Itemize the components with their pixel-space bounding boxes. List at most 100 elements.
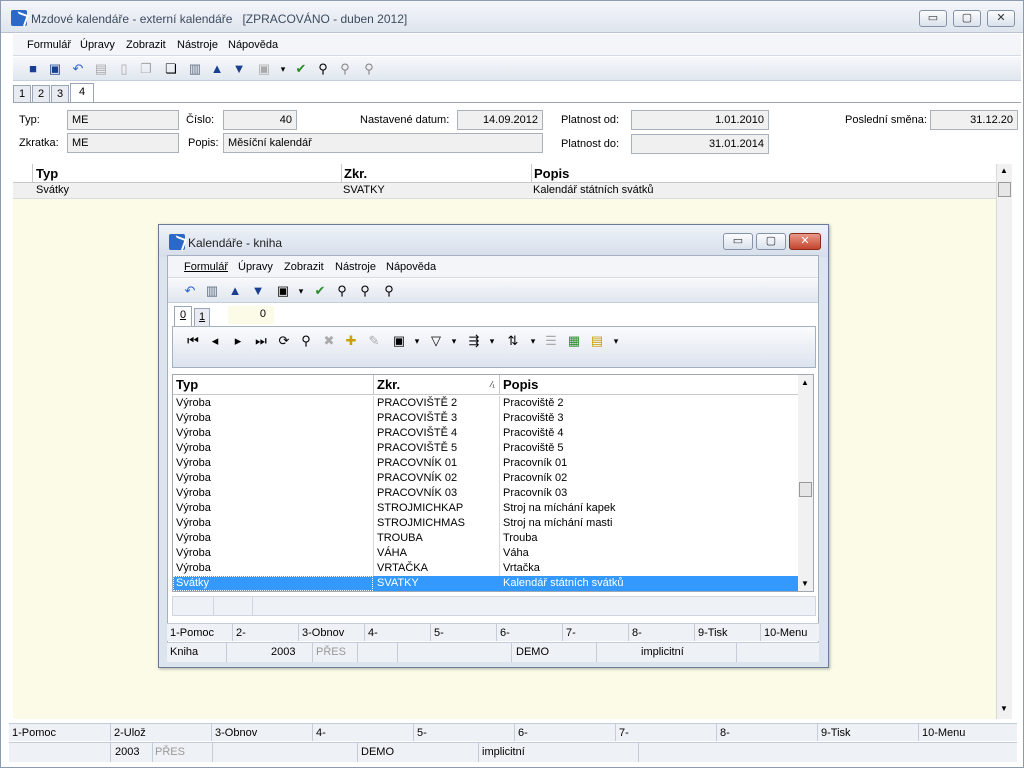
fkey-1[interactable]: 1-Pomoc xyxy=(167,624,233,641)
table-row[interactable]: Výroba PRACOVIŠTĚ 3 Pracoviště 3 xyxy=(173,411,798,426)
col-popis-header[interactable]: Popis xyxy=(499,375,538,395)
export-dropdown-icon[interactable]: ▾ xyxy=(484,333,500,349)
table-row[interactable]: Výroba PRACOVIŠTĚ 5 Pracoviště 5 xyxy=(173,441,798,456)
dialog-minimize-button[interactable]: ▭ xyxy=(723,233,753,250)
open-folder-icon[interactable]: ▤ xyxy=(93,61,109,77)
fkey-7[interactable]: 7- xyxy=(563,624,629,641)
binoculars-icon[interactable]: ⚲ xyxy=(315,61,331,77)
fkey-4[interactable]: 4- xyxy=(313,724,414,741)
scroll-thumb[interactable] xyxy=(799,482,812,497)
filter-check-icon[interactable]: ✔ xyxy=(293,61,309,77)
find-next-icon[interactable]: ⚲ xyxy=(337,61,353,77)
book-icon[interactable]: ▥ xyxy=(187,61,203,77)
col-zkr-header[interactable]: Zkr. xyxy=(341,164,367,183)
typ-field[interactable]: ME xyxy=(67,110,179,130)
paste-icon[interactable]: ❏ xyxy=(163,61,179,77)
fkey-3[interactable]: 3-Obnov xyxy=(299,624,365,641)
arrow-down-icon[interactable]: ▼ xyxy=(231,61,247,77)
record-number-field[interactable]: 0 xyxy=(228,306,274,324)
platnost-do-field[interactable]: 31.01.2014 xyxy=(631,134,769,154)
fkey-6[interactable]: 6- xyxy=(497,624,563,641)
first-record-icon[interactable]: ⏮ xyxy=(185,333,201,349)
fkey-1[interactable]: 1-Pomoc xyxy=(9,724,111,741)
arrow-down-icon[interactable]: ▼ xyxy=(250,283,266,299)
datum-field[interactable]: 14.09.2012 xyxy=(457,110,543,130)
sort-dropdown-icon[interactable]: ▾ xyxy=(525,333,541,349)
col-typ-header[interactable]: Typ xyxy=(176,377,198,392)
dialog-menu-napoveda[interactable]: Nápověda xyxy=(386,261,436,273)
fkey-5[interactable]: 5- xyxy=(431,624,497,641)
fkey-9[interactable]: 9-Tisk xyxy=(818,724,919,741)
camera-icon[interactable]: ▣ xyxy=(275,283,291,299)
table-row[interactable]: Výroba PRACOVIŠTĚ 4 Pracoviště 4 xyxy=(173,426,798,441)
arrow-up-icon[interactable]: ▲ xyxy=(227,283,243,299)
camera-dropdown-icon[interactable]: ▾ xyxy=(293,283,309,299)
dialog-maximize-button[interactable]: ▢ xyxy=(756,233,786,250)
cislo-field[interactable]: 40 xyxy=(223,110,297,130)
export-icon[interactable]: ⇶ xyxy=(466,333,482,349)
fkey-7[interactable]: 7- xyxy=(616,724,717,741)
posledni-smena-field[interactable]: 31.12.20 xyxy=(930,110,1018,130)
col-popis-header[interactable]: Popis xyxy=(531,164,569,183)
excel-icon[interactable]: ▦ xyxy=(566,333,582,349)
table-row[interactable]: Výroba PRACOVNÍK 01 Pracovník 01 xyxy=(173,456,798,471)
delete-icon[interactable]: ✖ xyxy=(321,333,337,349)
camera-icon[interactable]: ▣ xyxy=(391,333,407,349)
dialog-menu-formular[interactable]: Formulář xyxy=(184,261,228,273)
popis-field[interactable]: Měsíční kalendář xyxy=(223,133,543,153)
undo-icon[interactable]: ↶ xyxy=(182,283,198,299)
close-button[interactable]: ✕ xyxy=(987,10,1015,27)
table-row[interactable]: Výroba PRACOVNÍK 02 Pracovník 02 xyxy=(173,471,798,486)
col-typ-header[interactable]: Typ xyxy=(36,166,58,181)
table-row[interactable]: Svátky SVATKY Kalendář státních svátků xyxy=(173,576,798,591)
undo-icon[interactable]: ↶ xyxy=(70,61,86,77)
tab-2[interactable]: 2 xyxy=(32,85,50,103)
save-as-icon[interactable]: ▣ xyxy=(47,61,63,77)
edit-icon[interactable]: ✎ xyxy=(366,333,382,349)
scroll-down-icon[interactable]: ▼ xyxy=(801,579,809,588)
book-icon[interactable]: ▥ xyxy=(204,283,220,299)
fkey-2[interactable]: 2-Ulož xyxy=(111,724,212,741)
table-row[interactable]: Výroba TROUBA Trouba xyxy=(173,531,798,546)
filter-dropdown-icon[interactable]: ▾ xyxy=(446,333,462,349)
fkey-9[interactable]: 9-Tisk xyxy=(695,624,761,641)
scroll-up-icon[interactable]: ▲ xyxy=(1000,166,1008,175)
fkey-8[interactable]: 8- xyxy=(629,624,695,641)
new-doc-icon[interactable]: ▯ xyxy=(116,61,132,77)
dialog-menu-nastroje[interactable]: Nástroje xyxy=(335,261,376,273)
prev-record-icon[interactable]: ◂ xyxy=(207,333,223,349)
find-all-icon[interactable]: ⚲ xyxy=(381,283,397,299)
arrow-up-icon[interactable]: ▲ xyxy=(209,61,225,77)
camera-icon[interactable]: ▣ xyxy=(256,61,272,77)
table-row[interactable]: Svátky SVATKY Kalendář státních svátků xyxy=(13,183,996,199)
copy-icon[interactable]: ❐ xyxy=(138,61,154,77)
report-icon[interactable]: ▤ xyxy=(589,333,605,349)
scroll-thumb[interactable] xyxy=(998,182,1011,197)
find-next-icon[interactable]: ⚲ xyxy=(357,283,373,299)
menu-napoveda[interactable]: Nápověda xyxy=(228,39,278,51)
vertical-scrollbar[interactable]: ▲ ▼ xyxy=(996,164,1012,719)
dialog-tab-1[interactable]: 1 xyxy=(194,308,210,326)
platnost-od-field[interactable]: 1.01.2010 xyxy=(631,110,769,130)
table-row[interactable]: Výroba STROJMICHMAS Stroj na míchání masti xyxy=(173,516,798,531)
camera-dropdown-icon[interactable]: ▾ xyxy=(409,333,425,349)
menu-upravy[interactable]: Úpravy xyxy=(80,39,115,51)
add-new-icon[interactable]: ✚ xyxy=(343,333,359,349)
save-icon[interactable]: ■ xyxy=(25,61,41,77)
filter-icon[interactable]: ▽ xyxy=(428,333,444,349)
tab-4[interactable]: 4 xyxy=(70,83,94,104)
next-record-icon[interactable]: ▸ xyxy=(230,333,246,349)
scroll-down-icon[interactable]: ▼ xyxy=(1000,704,1008,713)
scroll-up-icon[interactable]: ▲ xyxy=(801,378,809,387)
table-row[interactable]: Výroba VÁHA Váha xyxy=(173,546,798,561)
zkratka-field[interactable]: ME xyxy=(67,133,179,153)
tab-3[interactable]: 3 xyxy=(51,85,69,103)
table-row[interactable]: Výroba PRACOVNÍK 03 Pracovník 03 xyxy=(173,486,798,501)
refresh-icon[interactable]: ⟳ xyxy=(276,333,292,349)
fkey-10[interactable]: 10-Menu xyxy=(761,624,827,641)
binoculars-icon[interactable]: ⚲ xyxy=(298,333,314,349)
minimize-button[interactable]: ▭ xyxy=(919,10,947,27)
table-row[interactable]: Výroba PRACOVIŠTĚ 2 Pracoviště 2 xyxy=(173,396,798,411)
fkey-10[interactable]: 10-Menu xyxy=(919,724,1017,741)
fkey-8[interactable]: 8- xyxy=(717,724,818,741)
